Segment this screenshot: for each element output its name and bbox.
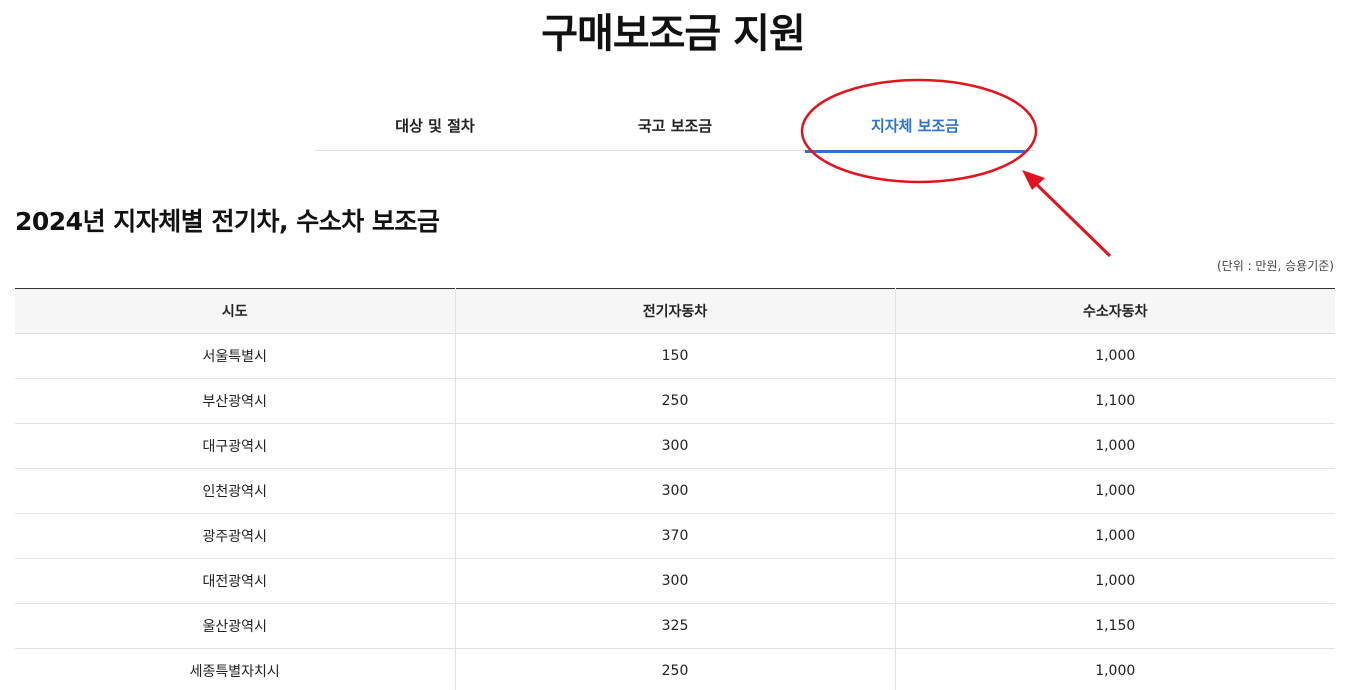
cell-hydrogen: 1,100 (895, 378, 1335, 424)
table-row: 서울특별시 150 1,000 (15, 333, 1335, 379)
cell-electric: 370 (455, 513, 896, 559)
unit-note: (단위 : 만원, 승용기준) (1217, 259, 1334, 273)
section-title: 2024년 지자체별 전기차, 수소차 보조금 (15, 207, 440, 236)
cell-region: 대전광역시 (15, 558, 456, 604)
cell-electric: 300 (455, 423, 896, 469)
table-row: 대전광역시 300 1,000 (15, 558, 1335, 604)
cell-region: 세종특별자치시 (15, 648, 456, 690)
table-row: 울산광역시 325 1,150 (15, 603, 1335, 649)
table-row: 광주광역시 370 1,000 (15, 513, 1335, 559)
cell-electric: 300 (455, 468, 896, 514)
annotation-arrow-head (1022, 170, 1045, 190)
cell-electric: 250 (455, 648, 896, 690)
tab-national-subsidy[interactable]: 국고 보조금 (555, 100, 795, 151)
cell-electric: 150 (455, 333, 896, 379)
subsidy-table: 시도 전기자동차 수소자동차 서울특별시 150 1,000 부산광역시 250… (15, 288, 1335, 690)
table-row: 세종특별자치시 250 1,000 (15, 648, 1335, 690)
cell-hydrogen: 1,000 (895, 648, 1335, 690)
cell-electric: 250 (455, 378, 896, 424)
cell-region: 인천광역시 (15, 468, 456, 514)
annotation-arrow-shaft (1028, 176, 1112, 258)
table-row: 부산광역시 250 1,100 (15, 378, 1335, 424)
cell-region: 대구광역시 (15, 423, 456, 469)
page-title: 구매보조금 지원 (541, 11, 806, 57)
header-electric-vehicle: 전기자동차 (455, 288, 896, 334)
table-header-row: 시도 전기자동차 수소자동차 (15, 288, 1335, 334)
cell-hydrogen: 1,150 (895, 603, 1335, 649)
tab-local-government-subsidy[interactable]: 지자체 보조금 (795, 100, 1035, 153)
cell-hydrogen: 1,000 (895, 423, 1335, 469)
cell-hydrogen: 1,000 (895, 468, 1335, 514)
header-hydrogen-vehicle: 수소자동차 (895, 288, 1335, 334)
tab-target-and-procedure[interactable]: 대상 및 절차 (315, 100, 555, 151)
table-row: 대구광역시 300 1,000 (15, 423, 1335, 469)
header-region: 시도 (15, 288, 456, 334)
cell-hydrogen: 1,000 (895, 513, 1335, 559)
cell-hydrogen: 1,000 (895, 558, 1335, 604)
tab-bar: 대상 및 절차 국고 보조금 지자체 보조금 (315, 100, 1035, 153)
cell-electric: 325 (455, 603, 896, 649)
cell-region: 서울특별시 (15, 333, 456, 379)
cell-region: 광주광역시 (15, 513, 456, 559)
cell-region: 울산광역시 (15, 603, 456, 649)
page: 구매보조금 지원 대상 및 절차 국고 보조금 지자체 보조금 2024년 지자… (0, 0, 1346, 690)
table-row: 인천광역시 300 1,000 (15, 468, 1335, 514)
cell-hydrogen: 1,000 (895, 333, 1335, 379)
cell-region: 부산광역시 (15, 378, 456, 424)
cell-electric: 300 (455, 558, 896, 604)
